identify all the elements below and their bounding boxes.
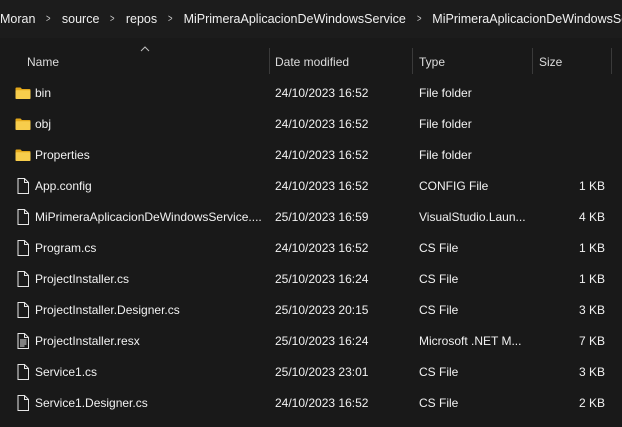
chevron-right-icon[interactable]: > [168, 13, 173, 25]
file-date-modified: 25/10/2023 16:24 [275, 272, 369, 286]
file-type: CS File [419, 272, 459, 286]
file-name: ProjectInstaller.Designer.cs [35, 303, 180, 317]
breadcrumb-item-project-folder[interactable]: MiPrimeraAplicacionDeWindowsService [184, 12, 406, 26]
column-divider[interactable] [611, 48, 612, 74]
column-header-size[interactable]: Size [539, 38, 562, 78]
file-name: App.config [35, 179, 92, 193]
file-type: CS File [419, 365, 459, 379]
column-divider[interactable] [269, 48, 270, 74]
file-row[interactable]: Program.cs 24/10/2023 16:52 CS File 1 KB [0, 233, 622, 264]
column-header-date[interactable]: Date modified [275, 38, 349, 78]
file-date-modified: 24/10/2023 16:52 [275, 396, 369, 410]
file-icon [15, 240, 31, 256]
file-type: File folder [419, 117, 472, 131]
file-size: 1 KB [578, 272, 605, 286]
file-row[interactable]: bin 24/10/2023 16:52 File folder [0, 78, 622, 109]
file-icon [15, 364, 31, 380]
file-type: File folder [419, 86, 472, 100]
file-icon [15, 178, 31, 194]
column-header-size-label: Size [539, 55, 563, 69]
file-row[interactable]: Properties 24/10/2023 16:52 File folder [0, 140, 622, 171]
file-date-modified: 24/10/2023 16:52 [275, 148, 369, 162]
file-name: obj [35, 117, 52, 131]
file-name: Service1.Designer.cs [35, 396, 148, 410]
file-icon [15, 302, 31, 318]
chevron-right-icon[interactable]: > [110, 13, 115, 25]
file-date-modified: 24/10/2023 16:52 [275, 241, 369, 255]
folder-icon [15, 147, 31, 163]
breadcrumb-item-source[interactable]: source [62, 12, 100, 26]
column-header-row: Name Date modified Type Size [0, 38, 622, 78]
file-name: MiPrimeraAplicacionDeWindowsService.... [35, 210, 262, 224]
chevron-up-icon [140, 44, 150, 54]
file-name: bin [35, 86, 52, 100]
vertical-scrollbar[interactable] [612, 78, 622, 427]
file-icon [15, 209, 31, 225]
column-header-type-label: Type [419, 55, 446, 69]
file-size: 3 KB [578, 303, 605, 317]
file-date-modified: 24/10/2023 16:52 [275, 117, 369, 131]
file-date-modified: 25/10/2023 16:59 [275, 210, 369, 224]
file-row[interactable]: App.config 24/10/2023 16:52 CONFIG File 1 K… [0, 171, 622, 202]
file-row[interactable]: ProjectInstaller.resx 25/10/2023 16:24 Mic… [0, 326, 622, 357]
text-file-icon [15, 333, 31, 349]
file-size: 3 KB [578, 365, 605, 379]
file-name: ProjectInstaller.cs [35, 272, 130, 286]
file-row[interactable]: MiPrimeraAplicacionDeWindowsService.... 2… [0, 202, 622, 233]
folder-icon [15, 116, 31, 132]
file-date-modified: 24/10/2023 16:52 [275, 179, 369, 193]
file-type: CS File [419, 396, 459, 410]
file-size: 7 KB [578, 334, 605, 348]
file-type: CS File [419, 303, 459, 317]
file-row[interactable]: Service1.Designer.cs 24/10/2023 16:52 CS F… [0, 388, 622, 419]
file-type: CS File [419, 241, 459, 255]
file-icon [15, 395, 31, 411]
file-type: Microsoft .NET M... [419, 334, 522, 348]
file-name: Service1.cs [35, 365, 98, 379]
file-date-modified: 25/10/2023 23:01 [275, 365, 369, 379]
file-icon [15, 271, 31, 287]
file-date-modified: 25/10/2023 16:24 [275, 334, 369, 348]
file-name: ProjectInstaller.resx [35, 334, 140, 348]
folder-icon [15, 85, 31, 101]
file-size: 4 KB [578, 210, 605, 224]
file-type: File folder [419, 148, 472, 162]
file-row[interactable]: ProjectInstaller.cs 25/10/2023 16:24 CS Fi… [0, 264, 622, 295]
column-header-type[interactable]: Type [419, 38, 445, 78]
file-name: Program.cs [35, 241, 97, 255]
breadcrumb-item-current-folder[interactable]: MiPrimeraAplicacionDeWindowsService [432, 12, 622, 26]
file-size: 1 KB [578, 241, 605, 255]
file-type: VisualStudio.Laun... [419, 210, 526, 224]
file-name: Properties [35, 148, 90, 162]
file-size: 2 KB [578, 396, 605, 410]
column-divider[interactable] [412, 48, 413, 74]
column-header-name[interactable]: Name [27, 38, 59, 78]
breadcrumb: Moran > source > repos > MiPrimeraAplica… [0, 0, 622, 39]
file-list: bin 24/10/2023 16:52 File folder obj 24/10/2… [0, 78, 622, 419]
file-type: CONFIG File [419, 179, 489, 193]
file-row[interactable]: ProjectInstaller.Designer.cs 25/10/2023 2… [0, 295, 622, 326]
chevron-right-icon[interactable]: > [46, 13, 51, 25]
file-size: 1 KB [578, 179, 605, 193]
file-row[interactable]: Service1.cs 25/10/2023 23:01 CS File 3 KB [0, 357, 622, 388]
file-date-modified: 24/10/2023 16:52 [275, 86, 369, 100]
file-row[interactable]: obj 24/10/2023 16:52 File folder [0, 109, 622, 140]
breadcrumb-item-moran[interactable]: Moran [0, 12, 35, 26]
breadcrumb-item-repos[interactable]: repos [126, 12, 157, 26]
column-header-date-label: Date modified [275, 55, 350, 69]
file-date-modified: 25/10/2023 20:15 [275, 303, 369, 317]
column-header-name-label: Name [27, 55, 60, 69]
column-divider[interactable] [532, 48, 533, 74]
chevron-right-icon[interactable]: > [417, 13, 422, 25]
